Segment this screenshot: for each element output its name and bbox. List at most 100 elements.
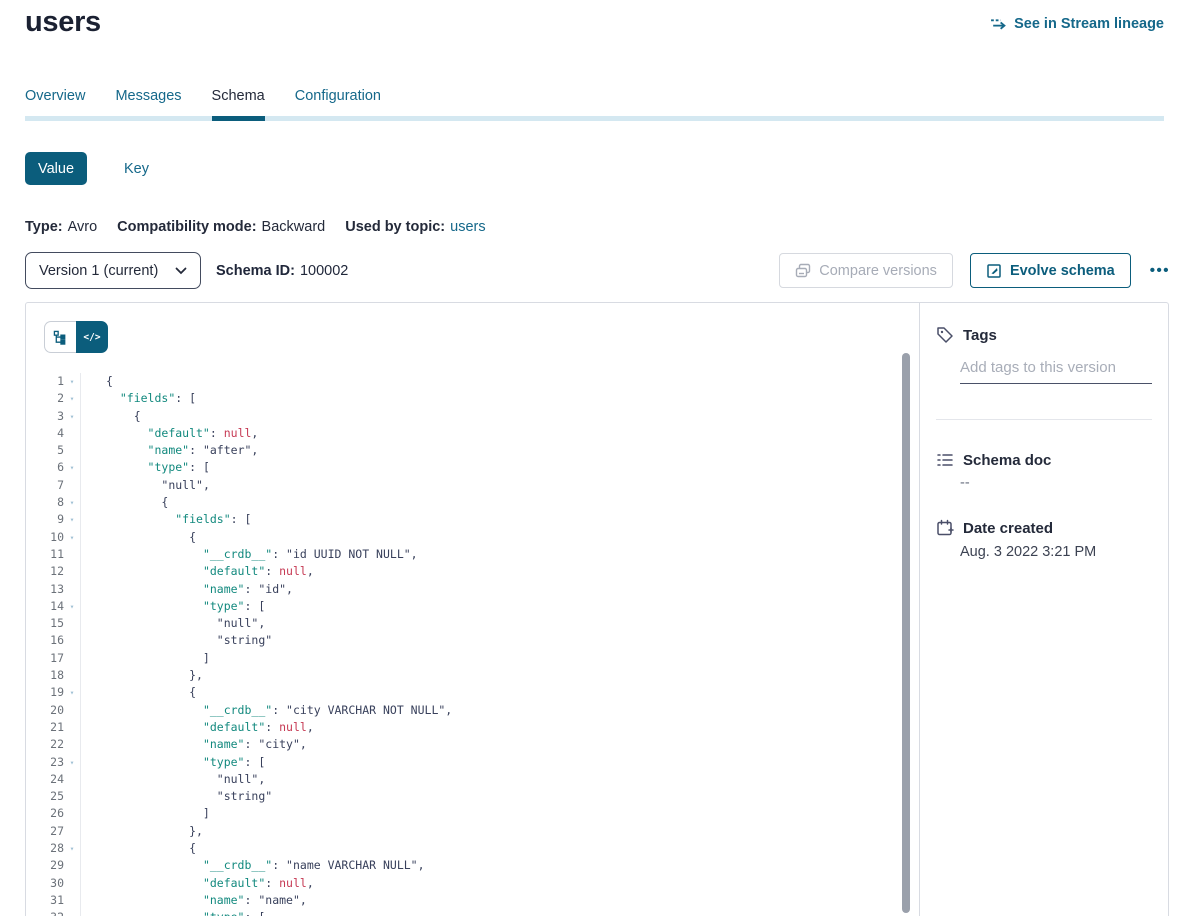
code-editor[interactable]: 1▾{2▾ "fields": [3▾ {4 "default": null,5… <box>26 373 918 916</box>
schema-doc-title: Schema doc <box>963 452 1051 469</box>
tab-messages[interactable]: Messages <box>115 88 181 121</box>
line-number: 4 <box>26 425 64 442</box>
fold-toggle-icon[interactable]: ▾ <box>64 494 81 511</box>
code-line: 1▾{ <box>26 373 918 390</box>
code-line: 11 "__crdb__": "id UUID NOT NULL", <box>26 546 918 563</box>
fold-toggle-icon[interactable]: ▾ <box>64 511 81 528</box>
schema-page: { "page": { "title": "users", "lineage_l… <box>0 0 1189 916</box>
fold-gutter <box>64 425 81 442</box>
fold-gutter <box>64 667 81 684</box>
code-text: { <box>81 494 168 511</box>
fold-toggle-icon[interactable]: ▾ <box>64 598 81 615</box>
code-text: }, <box>81 823 203 840</box>
tab-schema[interactable]: Schema <box>212 88 265 121</box>
evolve-schema-button[interactable]: Evolve schema <box>970 253 1131 288</box>
type-label: Type: <box>25 219 63 235</box>
code-line: 27 }, <box>26 823 918 840</box>
code-text: "null", <box>81 615 265 632</box>
compatibility-label: Compatibility mode: <box>117 219 256 235</box>
code-line: 22 "name": "city", <box>26 736 918 753</box>
line-number: 30 <box>26 875 64 892</box>
code-text: "__crdb__": "id UUID NOT NULL", <box>81 546 418 563</box>
code-view-button[interactable]: </> <box>76 321 108 353</box>
tree-view-button[interactable] <box>44 321 76 353</box>
code-text: { <box>81 684 196 701</box>
line-number: 10 <box>26 529 64 546</box>
page-title: users <box>25 6 101 39</box>
code-line: 4 "default": null, <box>26 425 918 442</box>
code-text: "default": null, <box>81 875 314 892</box>
line-number: 5 <box>26 442 64 459</box>
schema-tree-icon <box>53 330 68 345</box>
code-text: "name": "city", <box>81 736 307 753</box>
code-line: 24 "null", <box>26 771 918 788</box>
code-text: "default": null, <box>81 563 314 580</box>
code-text: "string" <box>81 632 272 649</box>
stream-lineage-label: See in Stream lineage <box>1014 16 1164 32</box>
value-toggle-button[interactable]: Value <box>25 152 87 185</box>
line-number: 1 <box>26 373 64 390</box>
date-created-section-header: Date created <box>936 519 1053 537</box>
line-number: 3 <box>26 408 64 425</box>
code-line: 31 "name": "name", <box>26 892 918 909</box>
fold-toggle-icon[interactable]: ▾ <box>64 373 81 390</box>
code-view-icon: </> <box>83 332 100 343</box>
used-by-topic-label: Used by topic: <box>345 219 445 235</box>
code-text: "type": [ <box>81 598 265 615</box>
schema-panel: </> 1▾{2▾ "fields": [3▾ {4 "default": nu… <box>25 302 1169 916</box>
line-number: 18 <box>26 667 64 684</box>
line-number: 20 <box>26 702 64 719</box>
tab-configuration[interactable]: Configuration <box>295 88 381 121</box>
add-tags-input[interactable] <box>960 357 1152 384</box>
more-actions-button[interactable]: ••• <box>1148 258 1172 283</box>
code-line: 19▾ { <box>26 684 918 701</box>
code-text: "name": "name", <box>81 892 307 909</box>
stream-lineage-icon <box>990 15 1007 32</box>
fold-toggle-icon[interactable]: ▾ <box>64 459 81 476</box>
code-text: "name": "id", <box>81 581 293 598</box>
fold-gutter <box>64 546 81 563</box>
line-number: 27 <box>26 823 64 840</box>
chevron-down-icon <box>175 267 187 275</box>
tab-overview[interactable]: Overview <box>25 88 85 121</box>
value-key-toggle: Value Key <box>25 152 162 185</box>
fold-toggle-icon[interactable]: ▾ <box>64 909 81 916</box>
tag-icon <box>936 326 954 344</box>
line-number: 32 <box>26 909 64 916</box>
code-line: 6▾ "type": [ <box>26 459 918 476</box>
key-toggle-button[interactable]: Key <box>111 152 162 185</box>
compare-versions-button[interactable]: Compare versions <box>779 253 953 288</box>
stream-lineage-link[interactable]: See in Stream lineage <box>990 15 1164 32</box>
code-line: 18 }, <box>26 667 918 684</box>
code-line: 10▾ { <box>26 529 918 546</box>
line-number: 11 <box>26 546 64 563</box>
version-select[interactable]: Version 1 (current) <box>25 252 201 289</box>
fold-toggle-icon[interactable]: ▾ <box>64 529 81 546</box>
editor-vertical-scrollbar[interactable] <box>902 353 910 913</box>
code-text: "type": [ <box>81 754 265 771</box>
fold-toggle-icon[interactable]: ▾ <box>64 840 81 857</box>
code-text: ] <box>81 805 210 822</box>
fold-toggle-icon[interactable]: ▾ <box>64 390 81 407</box>
line-number: 8 <box>26 494 64 511</box>
fold-toggle-icon[interactable]: ▾ <box>64 408 81 425</box>
fold-gutter <box>64 788 81 805</box>
code-line: 21 "default": null, <box>26 719 918 736</box>
code-line: 29 "__crdb__": "name VARCHAR NULL", <box>26 857 918 874</box>
compare-versions-icon <box>795 263 811 279</box>
fold-gutter <box>64 892 81 909</box>
line-number: 17 <box>26 650 64 667</box>
used-by-topic-link[interactable]: users <box>450 219 485 235</box>
code-line: 28▾ { <box>26 840 918 857</box>
fold-gutter <box>64 857 81 874</box>
line-number: 28 <box>26 840 64 857</box>
code-line: 14▾ "type": [ <box>26 598 918 615</box>
line-number: 13 <box>26 581 64 598</box>
code-line: 3▾ { <box>26 408 918 425</box>
line-number: 24 <box>26 771 64 788</box>
fold-toggle-icon[interactable]: ▾ <box>64 684 81 701</box>
code-line: 30 "default": null, <box>26 875 918 892</box>
version-select-value: Version 1 (current) <box>39 263 158 279</box>
fold-gutter <box>64 736 81 753</box>
fold-toggle-icon[interactable]: ▾ <box>64 754 81 771</box>
